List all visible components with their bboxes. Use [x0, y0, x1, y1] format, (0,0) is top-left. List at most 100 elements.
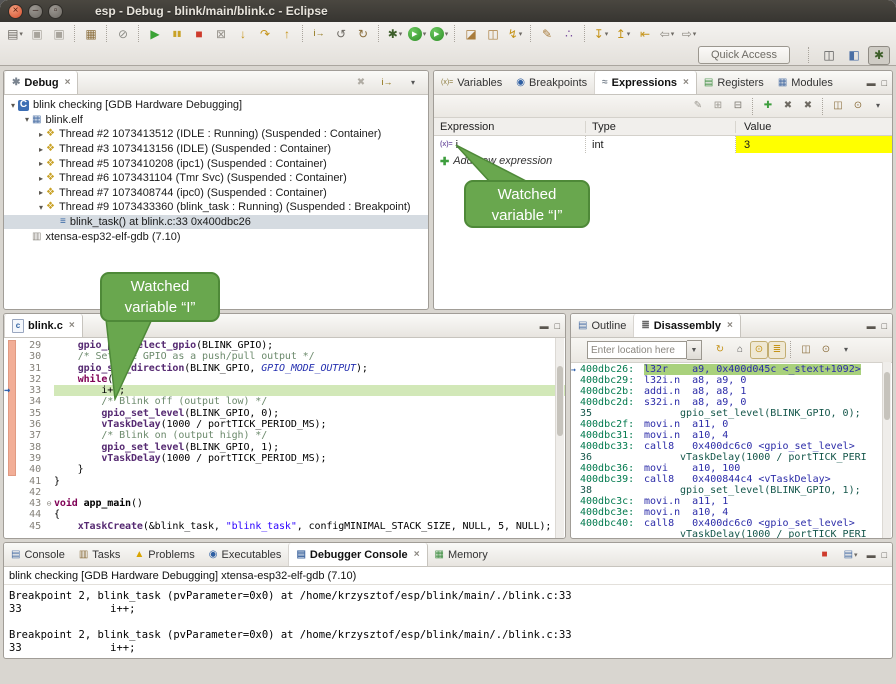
dropdown-arrow-icon[interactable]: ▾	[519, 30, 523, 38]
tab-executables[interactable]: ◉Executables	[202, 543, 289, 566]
minimize-icon[interactable]: ▬	[867, 550, 876, 560]
title-bar[interactable]: ×–▫ esp - Debug - blink/main/blink.c - E…	[0, 0, 896, 22]
tab-console[interactable]: ▤Console	[4, 543, 72, 566]
tree-expander-icon[interactable]: ▾	[8, 101, 18, 110]
view-menu-icon[interactable]: ▾	[836, 341, 856, 359]
code-line[interactable]: 34 /* Blink off (output low) */	[4, 396, 565, 407]
disassembly-line[interactable]: 400dbc29:l32i.n a8, a9, 0	[571, 375, 892, 386]
flash-icon[interactable]: ↯▾	[504, 24, 526, 44]
disassembly-line[interactable]: 400dbc33:call8 0x400dc6c0 <gpio_set_leve…	[571, 441, 892, 452]
code-line[interactable]: 39 vTaskDelay(1000 / portTICK_PERIOD_MS)…	[4, 453, 565, 464]
tab-expressions[interactable]: ≈Expressions×	[594, 71, 697, 94]
location-input[interactable]: Enter location here	[587, 341, 687, 359]
code-line[interactable]: 31 gpio_set_direction(BLINK_GPIO, GPIO_M…	[4, 363, 565, 374]
minimize-icon[interactable]: ▬	[540, 321, 549, 331]
code-line[interactable]: 41}	[4, 476, 565, 487]
disassembly-line[interactable]: 400dbc40:call8 0x400dc6c0 <gpio_set_leve…	[571, 518, 892, 529]
suspend-icon[interactable]: ▮▮	[166, 24, 188, 44]
code-line[interactable]: 45 xTaskCreate(&blink_task, "blink_task"…	[4, 521, 565, 532]
close-icon[interactable]: ×	[727, 320, 733, 331]
dropdown-arrow-icon[interactable]: ▾	[605, 30, 609, 38]
code-line[interactable]: →33 i++;	[4, 385, 565, 396]
tab-debugger-console[interactable]: ▤Debugger Console×	[288, 543, 427, 566]
tab-blink-c[interactable]: c blink.c ×	[4, 314, 83, 337]
build-icon[interactable]: ▦	[80, 24, 102, 44]
tab-debug[interactable]: ✱ Debug ×	[4, 71, 78, 94]
tree-expander-icon[interactable]: ▾	[36, 203, 46, 212]
code-line[interactable]: 37 /* Blink on (output high) */	[4, 430, 565, 441]
add-expression-icon[interactable]: ✚	[758, 97, 778, 115]
pin-view-icon[interactable]: ⊙	[816, 341, 836, 359]
back-icon[interactable]: ⇦▾	[656, 24, 678, 44]
external-tools-icon[interactable]: ▶▾	[428, 24, 450, 44]
dropdown-arrow-icon[interactable]: ▾	[445, 30, 449, 38]
combo-dropdown-icon[interactable]: ▼	[687, 340, 702, 360]
remove-all-terminated-icon[interactable]: ✖	[351, 74, 371, 92]
column-expression[interactable]: Expression	[434, 121, 586, 133]
debug-tree-row[interactable]: ▸❖Thread #5 1073410208 (ipc1) (Suspended…	[4, 156, 428, 171]
previous-annotation-icon[interactable]: ↥▾	[612, 24, 634, 44]
close-icon[interactable]: ×	[65, 77, 71, 88]
minimize-icon[interactable]: ▬	[867, 78, 876, 88]
scrollbar-thumb[interactable]	[557, 366, 563, 436]
tree-expander-icon[interactable]: ▸	[36, 145, 46, 154]
debug-icon[interactable]: ✱▾	[384, 24, 406, 44]
fold-marker-icon[interactable]: ⊖	[44, 498, 54, 509]
disassembly-line[interactable]: 400dbc36:movi a10, 100	[571, 463, 892, 474]
tab-breakpoints[interactable]: ◉Breakpoints	[509, 71, 594, 94]
console-output[interactable]: Breakpoint 2, blink_task (pvParameter=0x…	[4, 585, 892, 655]
scrollbar-thumb[interactable]	[884, 372, 890, 420]
terminate-icon[interactable]: ■	[188, 24, 210, 44]
reset-icon[interactable]: ↻	[352, 24, 374, 44]
debug-tree-row[interactable]: ▸❖Thread #2 1073413512 (IDLE : Running) …	[4, 127, 428, 142]
dropdown-arrow-icon[interactable]: ▾	[627, 30, 631, 38]
editor-scrollbar[interactable]	[555, 338, 564, 539]
view-menu-icon[interactable]: ▾	[403, 74, 423, 92]
remove-all-expressions-icon[interactable]: ✖	[798, 97, 818, 115]
code-line[interactable]: 42	[4, 487, 565, 498]
disassembly-line[interactable]: 400dbc2f:movi.n a11, 0	[571, 419, 892, 430]
format-icon[interactable]: ✎	[536, 24, 558, 44]
resume-icon[interactable]: ▶	[144, 24, 166, 44]
cpp-perspective-button[interactable]: ◧	[843, 46, 865, 65]
tree-expander-icon[interactable]: ▸	[36, 159, 46, 168]
view-menu-icon[interactable]: ▾	[868, 97, 888, 115]
tab-problems[interactable]: ▲Problems	[127, 543, 201, 566]
restart-icon[interactable]: ↺	[330, 24, 352, 44]
debug-tree-row[interactable]: ▸❖Thread #7 1073408744 (ipc0) (Suspended…	[4, 186, 428, 201]
terminate-console-icon[interactable]: ■	[815, 546, 835, 564]
open-new-view-icon[interactable]: ◫	[828, 97, 848, 115]
tab-modules[interactable]: ▦Modules	[771, 71, 840, 94]
tree-expander-icon[interactable]: ▸	[36, 174, 46, 183]
remove-expression-icon[interactable]: ✖	[778, 97, 798, 115]
debug-tree-row[interactable]: ▾❖Thread #9 1073433360 (blink_task : Run…	[4, 200, 428, 215]
close-icon[interactable]: ×	[69, 320, 75, 331]
minimize-icon[interactable]: ▬	[867, 321, 876, 331]
tree-expander-icon[interactable]: ▸	[36, 188, 46, 197]
tab-registers[interactable]: ▤Registers	[697, 71, 771, 94]
show-source-icon[interactable]: ≣	[768, 341, 786, 359]
dropdown-arrow-icon[interactable]: ▾	[854, 551, 858, 559]
tab-memory[interactable]: ▦Memory	[428, 543, 495, 566]
step-return-icon[interactable]: ↑	[276, 24, 298, 44]
disassembly-line[interactable]: 400dbc3e:movi.n a10, 4	[571, 507, 892, 518]
new-wizard-icon[interactable]: ▤▾	[4, 24, 26, 44]
forward-icon[interactable]: ⇨▾	[678, 24, 700, 44]
dropdown-arrow-icon[interactable]: ▾	[671, 30, 675, 38]
disassembly-line[interactable]: 400dbc2d:s32i.n a8, a9, 0	[571, 397, 892, 408]
code-line[interactable]: 30 /* Set the GPIO as a push/pull output…	[4, 351, 565, 362]
location-combo[interactable]: Enter location here ▼	[587, 341, 702, 359]
column-value[interactable]: Value	[736, 121, 892, 133]
show-logical-structure-icon[interactable]: ⊞	[708, 97, 728, 115]
code-analysis-icon[interactable]: ∴	[558, 24, 580, 44]
dropdown-arrow-icon[interactable]: ▾	[399, 30, 403, 38]
code-editor[interactable]: 29 gpio_pad_select_gpio(BLINK_GPIO);30 /…	[4, 338, 565, 532]
close-icon[interactable]: ×	[414, 549, 420, 560]
tab-disassembly[interactable]: ≣Disassembly×	[633, 314, 741, 337]
code-line[interactable]: 43⊖void app_main()	[4, 498, 565, 509]
sync-with-context-icon[interactable]: ⊙	[750, 341, 768, 359]
disconnect-icon[interactable]: ⊠	[210, 24, 232, 44]
open-resource-icon[interactable]: ◫	[482, 24, 504, 44]
next-annotation-icon[interactable]: ↧▾	[590, 24, 612, 44]
dropdown-arrow-icon[interactable]: ▾	[693, 30, 697, 38]
